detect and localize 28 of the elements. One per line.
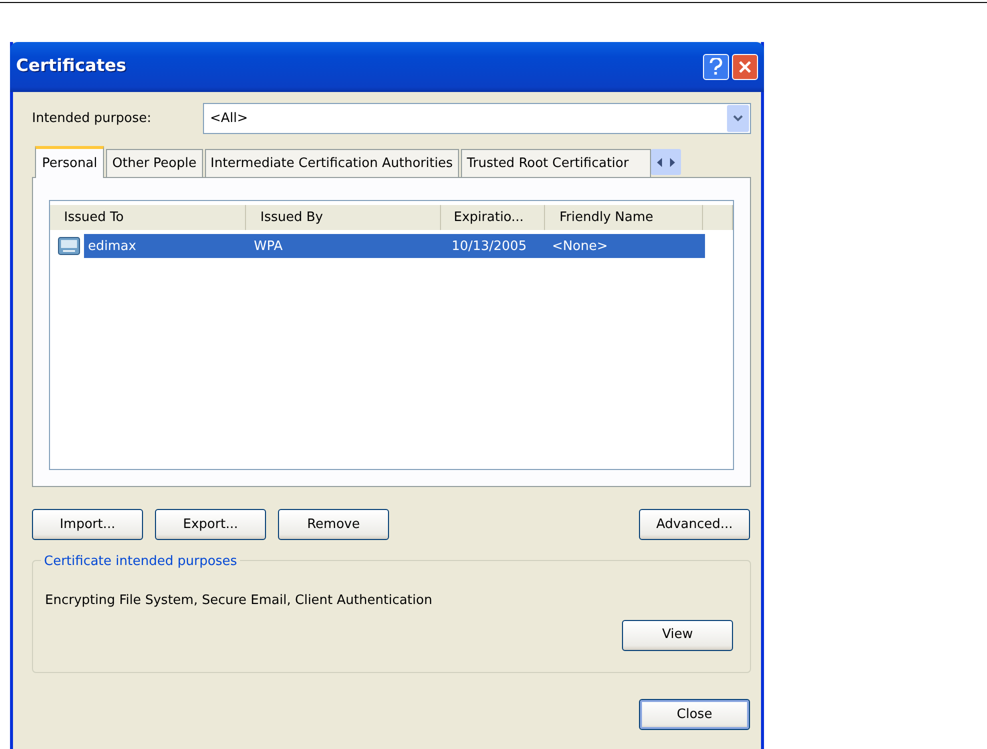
action-button[interactable]: Export... [155,509,266,540]
header-filler [703,205,733,230]
view-button[interactable]: View [622,620,733,650]
field-label: Intended purpose: [32,110,152,128]
column-header[interactable]: Issued To [50,205,246,230]
close-button[interactable]: Close [639,699,750,730]
purposes-text: Encrypting File System, Secure Email, Client Authentication [45,592,434,610]
purpose-dropdown[interactable]: <All> [203,103,751,134]
tab[interactable]: Intermediate Certification Authorities [204,149,459,177]
action-button[interactable]: Remove [278,509,389,540]
tab[interactable]: Trusted Root Certificatior [460,149,651,177]
advanced-button[interactable]: Advanced... [639,509,750,540]
help-icon[interactable] [703,54,729,80]
window-title: Certificates [16,55,128,78]
table-cell: edimax [84,234,250,258]
column-header[interactable]: Friendly Name [545,205,703,230]
table-row[interactable]: edimax WPA 10/13/2005 <None> [50,234,705,258]
certificate-icon [58,237,80,255]
table-cell: <None> [548,234,706,258]
table-cell: 10/13/2005 [444,234,548,258]
tab-scroll-arrows[interactable] [650,149,681,175]
column-header[interactable]: Expiratio... [440,205,546,230]
table-cell: WPA [250,234,444,258]
tab[interactable]: Other People [106,149,202,177]
tab[interactable]: Personal [35,146,104,178]
column-header[interactable]: Issued By [246,205,441,230]
close-icon[interactable] [732,54,758,80]
action-button[interactable]: Import... [32,509,143,540]
